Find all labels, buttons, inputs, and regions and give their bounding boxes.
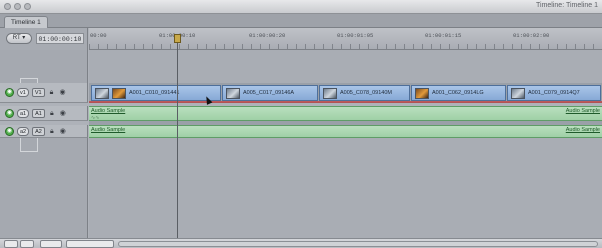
- playhead-handle[interactable]: [174, 34, 181, 43]
- timecode-ruler[interactable]: 00:00 01:00:00:10 01:00:00:20 01:00:01:0…: [89, 28, 602, 50]
- ruler-ticks: [89, 44, 602, 49]
- clip-thumbnail: [226, 87, 240, 99]
- tab-strip: Timeline 1: [0, 14, 602, 28]
- clip-thumbnail: [511, 87, 525, 99]
- ruler-label: 01:00:00:20: [249, 32, 286, 39]
- audio-track-a1[interactable]: Audio Sample ∿∿ Audio Sample: [89, 106, 602, 121]
- lock-icon[interactable]: 🔒︎: [48, 88, 56, 97]
- zoom-window-button[interactable]: [24, 3, 31, 10]
- eye-icon[interactable]: ◉: [5, 88, 14, 97]
- clip-thumbnail: [95, 87, 109, 99]
- window-title: Timeline: Timeline 1: [536, 2, 598, 9]
- video-clip[interactable]: A001_C062_0914LG: [411, 85, 506, 101]
- zoom-control[interactable]: [40, 240, 62, 248]
- ruler-label: 01:00:02:00: [513, 32, 550, 39]
- audio-clip-label: Audio Sample: [91, 108, 126, 114]
- timeline-controls: RT ▾ 01:00:00:10: [0, 28, 88, 50]
- empty-track-headers-area: [0, 138, 88, 238]
- lock-icon[interactable]: 🔒︎: [48, 109, 56, 118]
- horizontal-scrollbar[interactable]: [118, 241, 598, 247]
- title-bar: Timeline: Timeline 1: [0, 0, 602, 14]
- track-header-v1: ◉ v1 V1 🔒︎ ◉: [0, 83, 88, 103]
- lock-icon[interactable]: 🔒︎: [48, 127, 56, 136]
- clip-thumbnail: [415, 87, 429, 99]
- clip-label: A001_C010_091441: [129, 90, 180, 96]
- video-clip[interactable]: A005_C078_09140M: [319, 85, 410, 101]
- tab-timeline-1[interactable]: Timeline 1: [4, 16, 48, 28]
- auto-select-icon[interactable]: ◉: [59, 109, 67, 118]
- empty-timeline-area: [89, 50, 602, 83]
- speaker-icon[interactable]: ◉: [5, 108, 14, 118]
- empty-track-headers-area: [0, 50, 88, 102]
- auto-select-icon[interactable]: ◉: [59, 88, 67, 97]
- destination-track-v1[interactable]: V1: [31, 88, 45, 97]
- auto-select-icon[interactable]: ◉: [59, 127, 67, 136]
- minimize-window-button[interactable]: [14, 3, 21, 10]
- source-patch-a2[interactable]: a2: [17, 126, 30, 136]
- track-height-indicator: [20, 138, 38, 152]
- zoom-slider[interactable]: [66, 240, 114, 248]
- track-header-a1: ◉ a1 A1 🔒︎ ◉: [0, 106, 88, 121]
- timeline-window: Timeline: Timeline 1 Timeline 1 RT ▾ 01:…: [0, 0, 602, 248]
- render-status-bar: [89, 101, 602, 103]
- clip-label: A005_C017_09146A: [243, 90, 295, 96]
- playhead-line: [177, 36, 178, 238]
- destination-track-a1[interactable]: A1: [32, 108, 45, 118]
- audio-clip-label: Audio Sample: [565, 127, 600, 133]
- source-patch-v1[interactable]: v1: [17, 88, 29, 97]
- ruler-label: 01:00:01:15: [425, 32, 462, 39]
- audio-clip-label: Audio Sample: [565, 108, 600, 114]
- clip-thumbnail: [323, 87, 337, 99]
- destination-track-a2[interactable]: A2: [32, 126, 45, 136]
- clip-label: A001_C079_0914Q7: [528, 90, 580, 96]
- audio-track-a2[interactable]: Audio Sample Audio Sample: [89, 125, 602, 138]
- current-timecode-field[interactable]: 01:00:00:10: [36, 33, 84, 44]
- clip-thumbnail: [112, 87, 126, 99]
- audio-clip-label: Audio Sample: [91, 127, 126, 133]
- bottom-toolbar: [0, 238, 602, 248]
- clip-label: A001_C062_0914LG: [432, 90, 484, 96]
- ruler-label: 01:00:01:05: [337, 32, 374, 39]
- track-height-button[interactable]: [4, 240, 18, 248]
- rt-menu-button[interactable]: RT ▾: [6, 33, 32, 44]
- empty-timeline-area: [89, 138, 602, 238]
- video-clip[interactable]: A001_C079_0914Q7: [507, 85, 601, 101]
- source-patch-a1[interactable]: a1: [17, 108, 30, 118]
- video-track-v1[interactable]: A001_C010_091441 A005_C017_09146A A005_C…: [89, 83, 602, 103]
- video-clip[interactable]: A005_C017_09146A: [222, 85, 318, 101]
- track-layout-button[interactable]: [20, 240, 34, 248]
- speaker-icon[interactable]: ◉: [5, 126, 14, 136]
- video-clip[interactable]: A001_C010_091441: [91, 85, 221, 101]
- close-window-button[interactable]: [4, 3, 11, 10]
- clip-label: A005_C078_09140M: [340, 90, 392, 96]
- window-controls: [4, 3, 31, 10]
- ruler-label: 00:00: [90, 32, 107, 39]
- track-header-a2: ◉ a2 A2 🔒︎ ◉: [0, 125, 88, 138]
